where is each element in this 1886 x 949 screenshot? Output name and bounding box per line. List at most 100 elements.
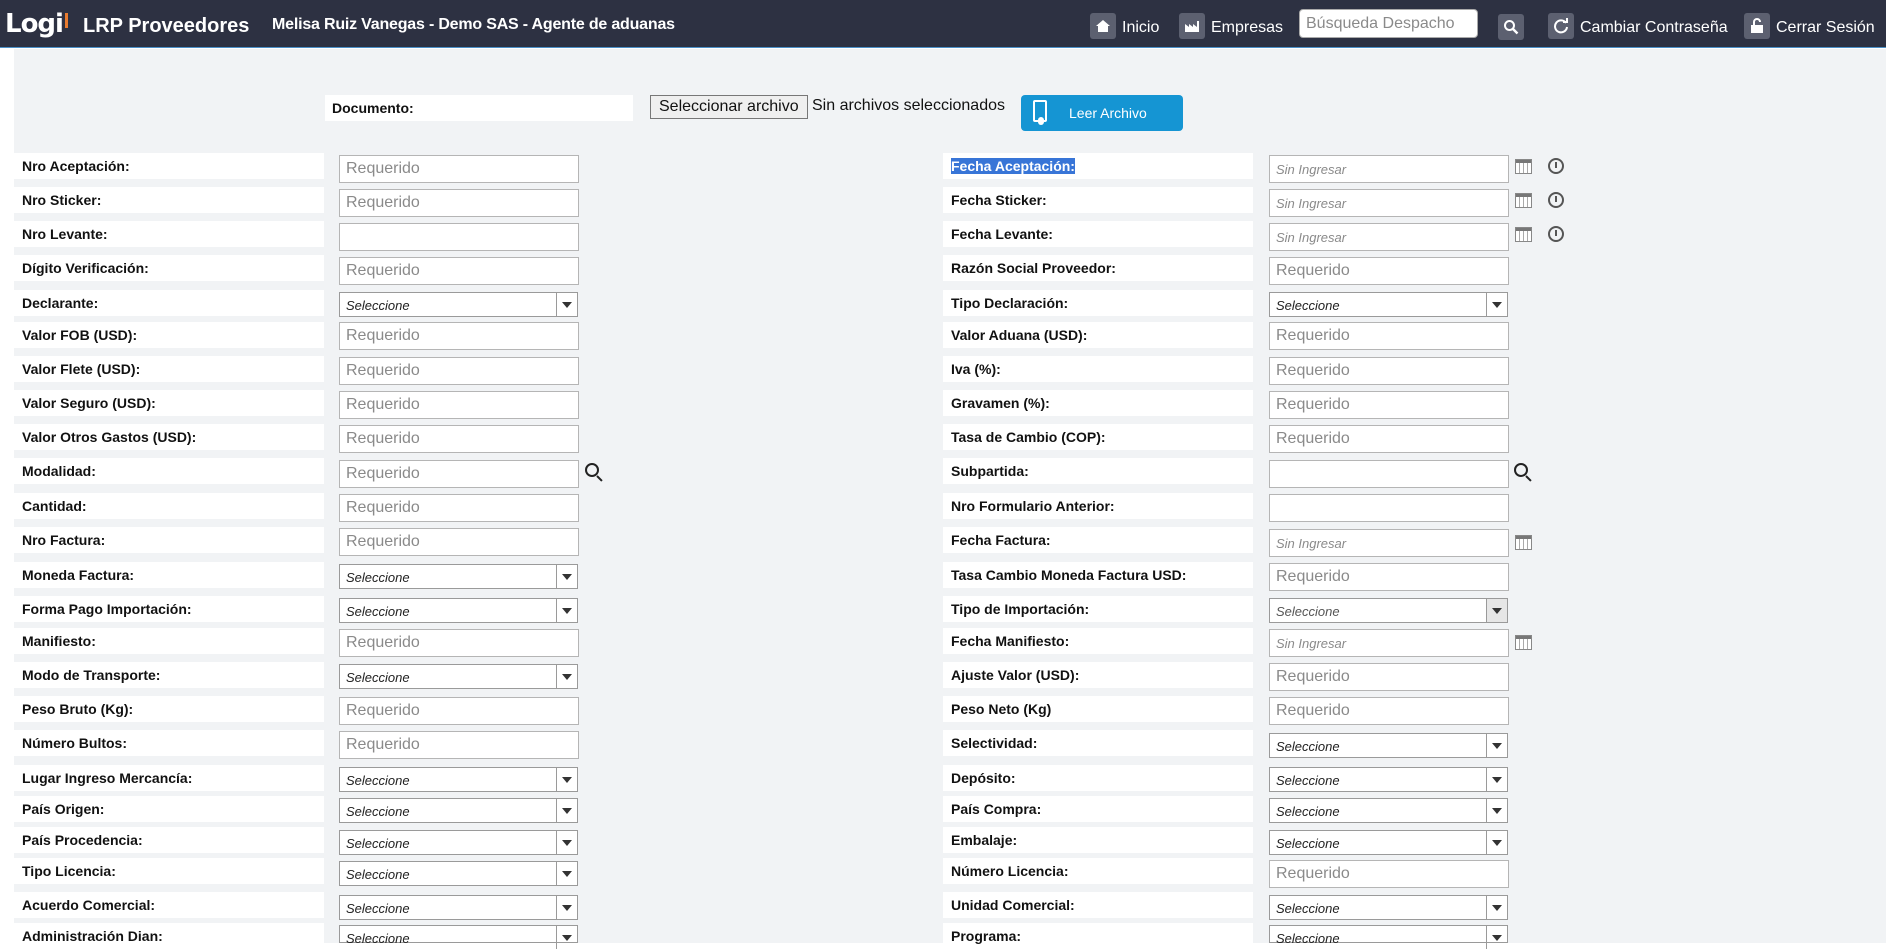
ajuste-valor-input[interactable]: [1269, 663, 1509, 691]
peso-neto-input[interactable]: [1269, 697, 1509, 725]
fecha-aceptacion-input[interactable]: [1269, 155, 1509, 183]
chevron-down-icon: [1486, 896, 1507, 919]
fecha-factura-input[interactable]: [1269, 529, 1509, 557]
select-value: Seleccione: [1276, 901, 1340, 916]
nav-companies-link[interactable]: Empresas: [1179, 13, 1283, 39]
nro-sticker-input[interactable]: [339, 189, 579, 217]
search-button[interactable]: [1498, 14, 1524, 40]
valor-aduana-input[interactable]: [1269, 322, 1509, 350]
label-tasa-cambio: Tasa de Cambio (COP):: [943, 424, 1253, 450]
select-value: Seleccione: [1276, 836, 1340, 851]
search-icon[interactable]: [1514, 463, 1528, 477]
calendar-icon[interactable]: [1515, 227, 1532, 242]
administracion-dian-select[interactable]: Seleccione: [339, 925, 578, 949]
clock-icon[interactable]: [1548, 226, 1564, 242]
logo[interactable]: Logi: [5, 11, 68, 37]
logo-text: Logi: [5, 9, 64, 39]
select-value: Seleccione: [346, 867, 410, 882]
chevron-down-icon: [556, 896, 577, 919]
modo-transporte-select[interactable]: Seleccione: [339, 664, 578, 689]
valor-fob-input[interactable]: [339, 322, 579, 350]
dispatch-search-input[interactable]: [1299, 9, 1478, 38]
cantidad-input[interactable]: [339, 494, 579, 522]
nro-factura-input[interactable]: [339, 528, 579, 556]
lugar-ingreso-select[interactable]: Seleccione: [339, 767, 578, 792]
read-file-button[interactable]: Leer Archivo: [1021, 95, 1183, 131]
unidad-comercial-select[interactable]: Seleccione: [1269, 895, 1508, 920]
label-fecha-aceptacion-text: Fecha Aceptación:: [951, 158, 1075, 174]
fecha-levante-input[interactable]: [1269, 223, 1509, 251]
declarante-select[interactable]: Seleccione: [339, 292, 578, 317]
tipo-declaracion-select[interactable]: Seleccione: [1269, 292, 1508, 317]
nav-change-password-label: Cambiar Contraseña: [1580, 19, 1728, 36]
label-nro-sticker: Nro Sticker:: [14, 187, 324, 213]
valor-seguro-input[interactable]: [339, 391, 579, 419]
label-peso-neto: Peso Neto (Kg): [943, 696, 1253, 722]
programa-select[interactable]: Seleccione: [1269, 925, 1508, 949]
razon-social-input[interactable]: [1269, 257, 1509, 285]
label-valor-fob: Valor FOB (USD):: [14, 322, 324, 348]
nav-logout-link[interactable]: Cerrar Sesión: [1744, 13, 1875, 39]
label-valor-otros-gastos: Valor Otros Gastos (USD):: [14, 424, 324, 450]
nav-change-password-link[interactable]: Cambiar Contraseña: [1548, 13, 1728, 39]
label-modalidad: Modalidad:: [14, 458, 324, 484]
clock-icon[interactable]: [1548, 192, 1564, 208]
calendar-icon[interactable]: [1515, 635, 1532, 650]
document-label: Documento:: [325, 95, 633, 121]
modalidad-input[interactable]: [339, 460, 579, 488]
tasa-cambio-moneda-input[interactable]: [1269, 563, 1509, 591]
home-icon: [1090, 13, 1116, 39]
embalaje-select[interactable]: Seleccione: [1269, 830, 1508, 855]
calendar-icon[interactable]: [1515, 535, 1532, 550]
valor-otros-gastos-input[interactable]: [339, 425, 579, 453]
select-value: Seleccione: [1276, 804, 1340, 819]
select-value: Seleccione: [346, 931, 410, 946]
label-forma-pago: Forma Pago Importación:: [14, 596, 324, 622]
chevron-down-icon: [556, 565, 577, 588]
deposito-select[interactable]: Seleccione: [1269, 767, 1508, 792]
fecha-manifiesto-input[interactable]: [1269, 629, 1509, 657]
moneda-factura-select[interactable]: Seleccione: [339, 564, 578, 589]
nav-logout-label: Cerrar Sesión: [1776, 19, 1875, 36]
iva-input[interactable]: [1269, 357, 1509, 385]
forma-pago-select[interactable]: Seleccione: [339, 598, 578, 623]
nro-aceptacion-input[interactable]: [339, 155, 579, 183]
select-value: Seleccione: [1276, 604, 1340, 619]
gravamen-input[interactable]: [1269, 391, 1509, 419]
selectividad-select[interactable]: Seleccione: [1269, 733, 1508, 758]
label-valor-seguro: Valor Seguro (USD):: [14, 390, 324, 416]
pais-compra-select[interactable]: Seleccione: [1269, 798, 1508, 823]
label-cantidad: Cantidad:: [14, 493, 324, 519]
label-fecha-aceptacion: Fecha Aceptación:: [943, 153, 1253, 179]
label-tipo-declaracion: Tipo Declaración:: [943, 290, 1253, 316]
numero-licencia-input[interactable]: [1269, 860, 1509, 888]
numero-bultos-input[interactable]: [339, 731, 579, 759]
label-fecha-sticker: Fecha Sticker:: [943, 187, 1253, 213]
pais-origen-select[interactable]: Seleccione: [339, 798, 578, 823]
subpartida-input[interactable]: [1269, 460, 1509, 488]
nro-formulario-anterior-input[interactable]: [1269, 494, 1509, 522]
valor-flete-input[interactable]: [339, 357, 579, 385]
tipo-licencia-select[interactable]: Seleccione: [339, 861, 578, 886]
calendar-icon[interactable]: [1515, 193, 1532, 208]
choose-file-button[interactable]: Seleccionar archivo: [650, 95, 808, 119]
tasa-cambio-input[interactable]: [1269, 425, 1509, 453]
clock-icon[interactable]: [1548, 158, 1564, 174]
acuerdo-comercial-select[interactable]: Seleccione: [339, 895, 578, 920]
digito-verificacion-input[interactable]: [339, 257, 579, 285]
app-title: LRP Proveedores: [83, 15, 250, 37]
label-pais-origen: País Origen:: [14, 796, 324, 822]
peso-bruto-input[interactable]: [339, 697, 579, 725]
calendar-icon[interactable]: [1515, 159, 1532, 174]
nav-home-link[interactable]: Inicio: [1090, 13, 1159, 39]
nro-levante-input[interactable]: [339, 223, 579, 251]
label-numero-licencia: Número Licencia:: [943, 858, 1253, 884]
tipo-importacion-select[interactable]: Seleccione: [1269, 598, 1508, 623]
manifiesto-input[interactable]: [339, 629, 579, 657]
pais-procedencia-select[interactable]: Seleccione: [339, 830, 578, 855]
chevron-down-icon: [1486, 599, 1507, 622]
search-icon[interactable]: [585, 463, 599, 477]
fecha-sticker-input[interactable]: [1269, 189, 1509, 217]
label-subpartida: Subpartida:: [943, 458, 1253, 484]
select-value: Seleccione: [1276, 739, 1340, 754]
